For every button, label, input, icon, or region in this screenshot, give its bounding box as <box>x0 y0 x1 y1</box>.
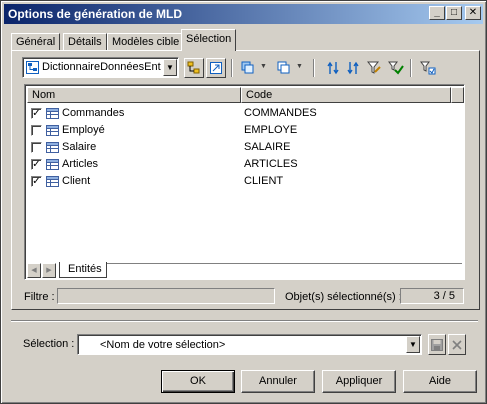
save-icon <box>431 338 443 351</box>
sheet-tab-line <box>107 263 462 264</box>
selected-objects-count: 3 / 5 <box>400 288 464 304</box>
move-top-icon[interactable] <box>324 58 344 78</box>
entity-icon <box>46 176 59 190</box>
row-name: Employé <box>62 124 105 136</box>
title-bar: Options de génération de MLD _ □ ✕ <box>4 4 483 24</box>
model-icon <box>26 61 39 77</box>
row-checkbox[interactable] <box>31 125 42 136</box>
toolbar-separator <box>231 59 233 77</box>
row-code: SALAIRE <box>244 141 291 153</box>
toolbar-separator <box>313 59 315 77</box>
row-code: CLIENT <box>244 175 284 187</box>
help-button[interactable]: Aide <box>403 370 477 393</box>
tab-selection[interactable]: Sélection <box>181 29 237 51</box>
objects-grid: Nom Code ✓ Commandes COMMANDES Employé E… <box>24 84 465 280</box>
options-dialog: Options de génération de MLD _ □ ✕ Génér… <box>0 0 487 404</box>
select-all-checked-icon[interactable] <box>386 58 406 78</box>
delete-selection-button[interactable] <box>448 334 466 355</box>
entity-icon <box>46 125 59 139</box>
move-bottom-icon[interactable] <box>344 58 364 78</box>
hierarchy-icon[interactable] <box>184 58 204 78</box>
entity-icon <box>46 142 59 156</box>
tab-target-models[interactable]: Modèles cible <box>107 33 185 51</box>
row-name: Commandes <box>62 107 125 119</box>
chevron-down-icon[interactable]: ▼ <box>406 336 420 353</box>
toolbar-separator <box>410 59 412 77</box>
row-name: Client <box>62 175 91 187</box>
apply-button[interactable]: Appliquer <box>322 370 396 393</box>
divider <box>11 320 478 322</box>
selection-combo[interactable]: <Nom de votre sélection> ▼ <box>77 334 422 355</box>
grid-header: Nom Code <box>27 87 464 103</box>
ok-button[interactable]: OK <box>161 370 235 393</box>
tab-general[interactable]: Général <box>11 33 61 51</box>
selection-combo-value: <Nom de votre sélection> <box>100 339 226 351</box>
model-combo-value: DictionnaireDonnéesEnt <box>42 61 161 73</box>
window-title: Options de génération de MLD <box>8 7 183 21</box>
column-header-name[interactable]: Nom <box>27 87 241 103</box>
minimize-button[interactable]: _ <box>429 6 445 20</box>
sheet-tab-entities[interactable]: Entités <box>59 262 107 278</box>
tab-details[interactable]: Détails <box>63 33 107 51</box>
filter-field <box>57 288 275 304</box>
row-checkbox[interactable]: ✓ <box>31 159 42 170</box>
row-checkbox[interactable] <box>31 142 42 153</box>
selection-toolbar: DictionnaireDonnéesEnt ▼ ▼ ▼ <box>22 57 472 79</box>
row-code: ARTICLES <box>244 158 298 170</box>
row-name: Articles <box>62 158 99 170</box>
include-submodels-icon[interactable] <box>206 58 226 78</box>
table-row[interactable]: ✓ Commandes COMMANDES <box>27 105 463 122</box>
deselect-all-icon[interactable] <box>274 58 294 78</box>
delete-icon <box>452 339 462 350</box>
sheet-tab-bar: ◀ ▶ Entités <box>27 262 464 279</box>
filter-edit-icon[interactable] <box>364 58 384 78</box>
scroll-right-button[interactable]: ▶ <box>42 263 56 278</box>
row-checkbox[interactable]: ✓ <box>31 108 42 119</box>
use-filter-icon[interactable] <box>418 58 438 78</box>
table-row[interactable]: ✓ Articles ARTICLES <box>27 156 463 173</box>
row-code: COMMANDES <box>244 107 317 119</box>
chevron-down-icon[interactable]: ▼ <box>260 63 267 70</box>
selected-objects-label: Objet(s) sélectionné(s) : <box>285 291 402 303</box>
table-row[interactable]: Employé EMPLOYE <box>27 122 463 139</box>
entity-icon <box>46 159 59 173</box>
table-row[interactable]: ✓ Client CLIENT <box>27 173 463 190</box>
row-code: EMPLOYE <box>244 124 298 136</box>
column-header-code[interactable]: Code <box>241 87 451 103</box>
chevron-down-icon[interactable]: ▼ <box>296 63 303 70</box>
maximize-button[interactable]: □ <box>446 6 462 20</box>
row-name: Salaire <box>62 141 97 153</box>
scroll-left-button[interactable]: ◀ <box>27 263 41 278</box>
close-button[interactable]: ✕ <box>465 6 481 20</box>
selection-label: Sélection : <box>23 338 75 350</box>
cancel-button[interactable]: Annuler <box>241 370 315 393</box>
model-combo[interactable]: DictionnaireDonnéesEnt ▼ <box>22 57 179 78</box>
chevron-down-icon[interactable]: ▼ <box>163 59 177 76</box>
column-header-filler <box>451 87 464 103</box>
tab-strip: Général Détails Modèles cible Sélection <box>11 29 481 51</box>
table-row[interactable]: Salaire SALAIRE <box>27 139 463 156</box>
save-selection-button[interactable] <box>428 334 446 355</box>
selection-tab-panel: DictionnaireDonnéesEnt ▼ ▼ ▼ Nom Code ✓ … <box>11 50 480 310</box>
row-checkbox[interactable]: ✓ <box>31 176 42 187</box>
select-all-icon[interactable] <box>238 58 258 78</box>
filter-label: Filtre : <box>24 291 55 303</box>
entity-icon <box>46 108 59 122</box>
